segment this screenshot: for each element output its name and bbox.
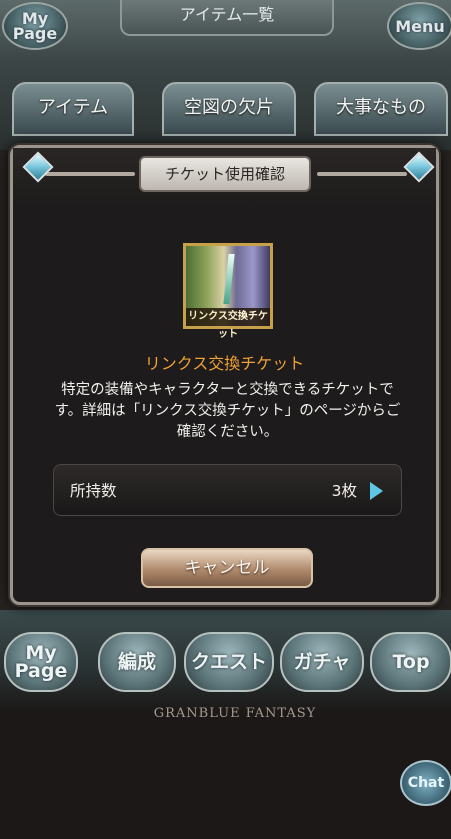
ticket-confirm-dialog: チケット使用確認 リンクス交換チケット リンクス交換チケット 特定の装備やキャラ… bbox=[10, 145, 439, 605]
item-name: リンクス交換チケット bbox=[144, 354, 305, 373]
nav-quest-button[interactable]: クエスト bbox=[184, 632, 274, 692]
header-ornament-left bbox=[45, 172, 135, 176]
nav-mypage-button[interactable]: My Page bbox=[4, 632, 78, 692]
owned-count-row[interactable]: 所持数 3枚 bbox=[53, 464, 402, 516]
cancel-button[interactable]: キャンセル bbox=[141, 548, 313, 588]
tab-items[interactable]: アイテム bbox=[12, 82, 134, 136]
header-ornament-right bbox=[317, 172, 407, 176]
page-title: アイテム一覧 bbox=[120, 0, 334, 36]
mypage-button[interactable]: My Page bbox=[2, 2, 68, 50]
dialog-header: チケット使用確認 bbox=[13, 148, 436, 208]
dialog-title: チケット使用確認 bbox=[141, 158, 309, 190]
menu-button[interactable]: Menu bbox=[387, 2, 451, 50]
gem-icon bbox=[22, 151, 54, 183]
chat-button[interactable]: Chat bbox=[400, 760, 451, 806]
ticket-image-label: リンクス交換チケット bbox=[186, 308, 270, 340]
tab-sky-fragments[interactable]: 空図の欠片 bbox=[162, 82, 296, 136]
sword-icon bbox=[223, 254, 235, 304]
nav-top-button[interactable]: Top bbox=[370, 632, 451, 692]
nav-gacha-button[interactable]: ガチャ bbox=[280, 632, 364, 692]
arrow-right-icon[interactable] bbox=[370, 482, 383, 500]
item-description: 特定の装備やキャラクターと交換できるチケットです。詳細は「リンクス交換チケット」… bbox=[54, 382, 401, 440]
ticket-item-image: リンクス交換チケット bbox=[183, 243, 273, 340]
tab-important-items[interactable]: 大事なもの bbox=[314, 82, 448, 136]
brand-logo: GRANBLUE FANTASY bbox=[153, 706, 317, 721]
gem-icon bbox=[403, 151, 435, 183]
nav-party-button[interactable]: 編成 bbox=[98, 632, 176, 692]
owned-count-label: 所持数 bbox=[70, 482, 117, 500]
owned-count-value: 3枚 bbox=[331, 482, 357, 500]
